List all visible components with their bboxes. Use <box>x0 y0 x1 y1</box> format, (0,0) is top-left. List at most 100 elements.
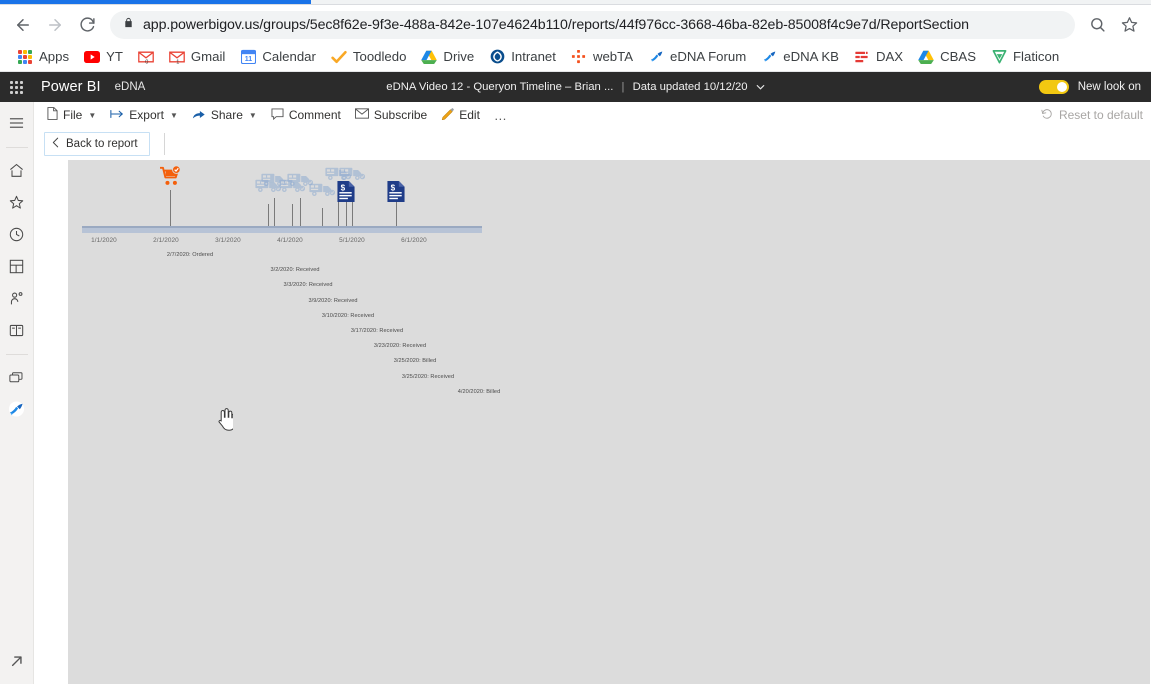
back-to-report-button[interactable]: Back to report <box>44 132 150 156</box>
timeline-event-stem <box>322 208 324 226</box>
sidebar-item-home[interactable] <box>4 157 30 183</box>
star-icon[interactable] <box>1115 11 1143 39</box>
timeline-event-label: 3/3/2020: Received <box>283 282 333 289</box>
toolbar-label: Subscribe <box>373 108 428 122</box>
share-icon <box>192 108 206 123</box>
webta-icon <box>571 49 587 65</box>
bookmark-drive[interactable]: Drive <box>414 46 481 68</box>
timeline-visual[interactable]: 1/1/2020 2/1/2020 3/1/2020 4/1/2020 5/1/2020… <box>78 164 500 399</box>
address-bar[interactable]: app.powerbigov.us/groups/5ec8f62e-9f3e-4… <box>110 10 1075 39</box>
back-arrow-icon[interactable] <box>8 10 38 40</box>
back-to-report-label: Back to report <box>66 138 138 150</box>
bookmark-flaticon[interactable]: Flaticon <box>984 46 1066 68</box>
hamburger-icon[interactable] <box>4 110 30 136</box>
bookmark-label: Gmail <box>190 49 226 64</box>
timeline-event-stem <box>170 190 172 226</box>
sidebar-item-shared-with-me[interactable] <box>4 285 30 311</box>
timeline-event-label: 3/9/2020: Received <box>308 297 358 304</box>
bookmark-label: Flaticon <box>1013 49 1060 64</box>
report-action-toolbar: File ▼ Export ▼ Share ▼ Comment Subscrib… <box>34 102 1151 128</box>
export-menu-button[interactable]: Export ▼ <box>103 105 185 125</box>
comment-button[interactable]: Comment <box>264 105 348 126</box>
bookmark-dax[interactable]: DAX <box>847 46 910 68</box>
bookmark-label: Toodledo <box>352 49 407 64</box>
delivery-truck-icon[interactable] <box>339 166 366 186</box>
bookmark-label: eDNA KB <box>783 49 839 64</box>
expand-arrow-icon[interactable] <box>4 648 30 674</box>
bookmark-edna-forum[interactable]: eDNA Forum <box>641 46 753 68</box>
bookmark-cbas[interactable]: CBAS <box>911 46 983 68</box>
checkmark-icon <box>331 49 347 65</box>
timeline-event-label: 3/25/2020: Received <box>401 373 455 380</box>
sidebar-item-workspaces[interactable] <box>4 364 30 390</box>
data-updated-label[interactable]: Data updated 10/12/20 <box>633 81 748 93</box>
reset-label: Reset to default <box>1058 108 1143 122</box>
bookmark-label: Intranet <box>511 49 556 64</box>
zoom-search-icon[interactable] <box>1083 11 1111 39</box>
share-button[interactable]: Share ▼ <box>185 105 264 126</box>
gmail-icon-0: 0 <box>138 49 154 65</box>
edna-kb-icon <box>761 49 777 65</box>
toolbar-divider <box>163 133 165 155</box>
bookmark-apps[interactable]: Apps <box>10 46 76 68</box>
powerbi-header: Power BI eDNA eDNA Video 12 - Queryon Ti… <box>0 72 1151 102</box>
new-look-toggle[interactable] <box>1038 80 1069 94</box>
sidebar-item-current-workspace[interactable] <box>4 396 30 422</box>
reload-icon[interactable] <box>72 10 102 40</box>
browser-chrome: app.powerbigov.us/groups/5ec8f62e-9f3e-4… <box>0 0 1151 72</box>
report-canvas[interactable]: 1/1/2020 2/1/2020 3/1/2020 4/1/2020 5/1/2020… <box>68 160 1150 684</box>
timeline-event-stem <box>300 198 302 226</box>
youtube-icon <box>84 49 101 65</box>
chevron-down-icon: ▼ <box>88 110 97 120</box>
gmail-icon-1: 1 <box>169 49 185 65</box>
app-launcher-icon[interactable] <box>10 80 23 94</box>
timeline-event-label: 3/23/2020: Received <box>373 343 427 350</box>
title-separator: | <box>621 81 625 93</box>
more-options-button[interactable]: … <box>487 105 515 126</box>
chevron-left-icon <box>52 137 59 151</box>
chevron-down-icon: ▼ <box>248 110 257 120</box>
sidebar-item-learn[interactable] <box>4 317 30 343</box>
toolbar-label: File <box>63 108 83 122</box>
bookmark-label: Drive <box>443 49 475 64</box>
timeline-event-stem <box>268 204 270 226</box>
forward-arrow-icon[interactable] <box>40 10 70 40</box>
edit-button[interactable]: Edit <box>434 104 487 126</box>
bookmark-gmail-0[interactable]: 0 Gmail <box>131 46 161 68</box>
apps-grid-icon <box>17 49 33 65</box>
bookmark-calendar[interactable]: 11 Calendar <box>233 46 323 68</box>
timeline-event-stem <box>292 204 294 226</box>
workspace-name[interactable]: eDNA <box>115 81 146 93</box>
browser-tab-strip[interactable] <box>0 0 1151 5</box>
sidebar-item-favorites[interactable] <box>4 189 30 215</box>
axis-tick-label: 5/1/2020 <box>339 237 365 244</box>
bookmark-label: eDNA Forum <box>670 49 747 64</box>
bookmark-label: Calendar <box>262 49 316 64</box>
bookmark-label: DAX <box>875 49 904 64</box>
sidebar-item-apps[interactable] <box>4 253 30 279</box>
bookmark-yt[interactable]: YT <box>77 46 130 68</box>
timeline-event-label: 3/17/2020: Received <box>350 328 404 334</box>
timeline-axis <box>82 226 482 233</box>
bookmark-gmail-1[interactable]: 1 Gmail <box>162 46 232 68</box>
svg-text:1: 1 <box>176 59 179 64</box>
bookmark-edna-kb[interactable]: eDNA KB <box>754 46 846 68</box>
file-menu-button[interactable]: File ▼ <box>40 104 103 126</box>
bookmarks-bar: Apps YT 0 Gmail 1 Gmail 11 Calendar <box>0 44 1151 72</box>
reset-to-default-button[interactable]: Reset to default <box>1041 108 1143 123</box>
powerbi-logo[interactable]: Power BI <box>41 79 101 95</box>
sidebar-item-recent[interactable] <box>4 221 30 247</box>
axis-tick-label: 4/1/2020 <box>277 237 303 244</box>
comment-icon <box>271 107 284 123</box>
bookmark-toodledo[interactable]: Toodledo <box>324 46 414 68</box>
shopping-cart-icon[interactable] <box>159 165 181 191</box>
chevron-down-icon[interactable] <box>756 81 765 93</box>
bookmark-intranet[interactable]: Intranet <box>482 46 563 68</box>
timeline-axis-top-edge <box>82 226 482 228</box>
subscribe-button[interactable]: Subscribe <box>348 105 434 125</box>
bookmark-webta[interactable]: webTA <box>564 46 640 68</box>
report-main: File ▼ Export ▼ Share ▼ Comment Subscrib… <box>34 102 1151 684</box>
calendar-icon: 11 <box>240 49 256 65</box>
export-icon <box>110 108 124 122</box>
invoice-icon[interactable]: $ <box>387 180 406 208</box>
